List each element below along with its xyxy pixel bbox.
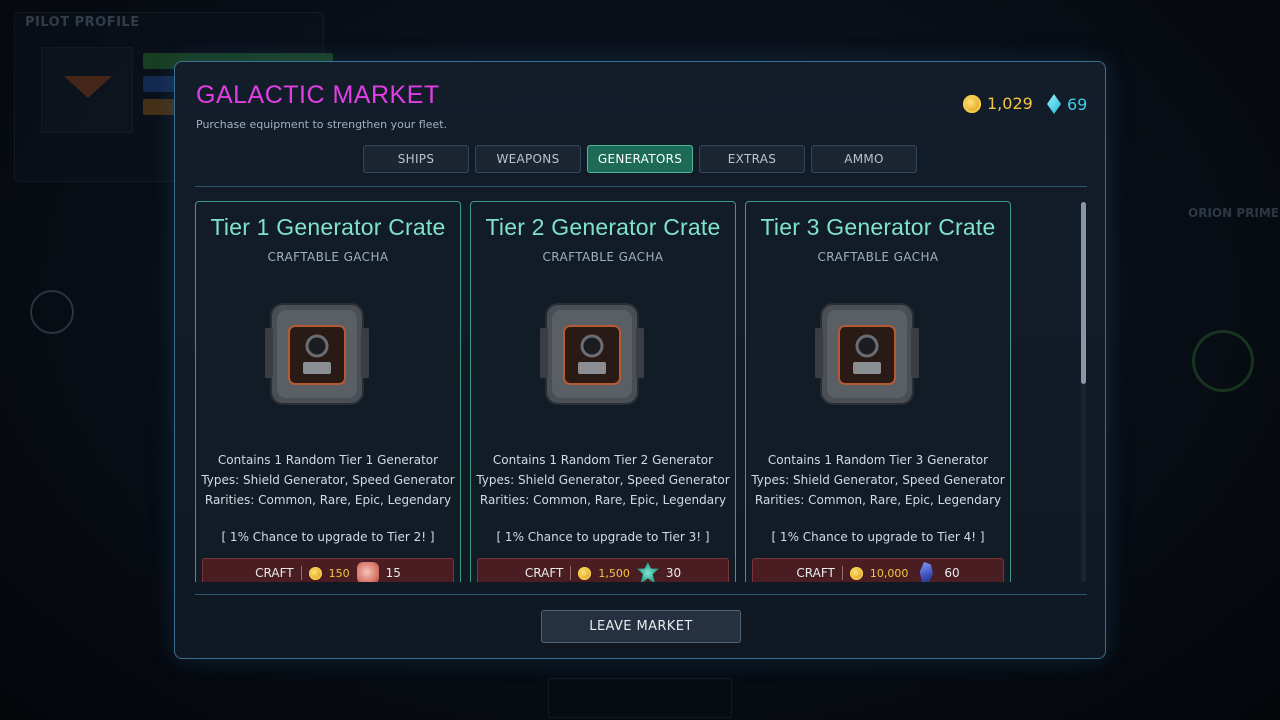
card-desc-line: Types: Shield Generator, Speed Generator (751, 473, 1005, 487)
gold-coin-icon (578, 566, 592, 580)
tab-weapons[interactable]: WEAPONS (475, 145, 581, 173)
scrollbar-thumb[interactable] (1081, 202, 1086, 384)
divider (841, 566, 843, 580)
tab-ships[interactable]: SHIPS (363, 145, 469, 173)
map-marker-icon (30, 290, 74, 334)
item-list[interactable]: Tier 1 Generator Crate CRAFTABLE GACHA C… (195, 200, 1075, 582)
tab-extras[interactable]: EXTRAS (699, 145, 805, 173)
craft-label: CRAFT (255, 566, 294, 580)
tab-ammo[interactable]: AMMO (811, 145, 917, 173)
leave-market-button[interactable]: LEAVE MARKET (541, 610, 741, 643)
tab-generators[interactable]: GENERATORS (587, 145, 693, 173)
card-desc-line: Contains 1 Random Tier 2 Generator (492, 453, 714, 467)
card-title: Tier 3 Generator Crate (760, 214, 996, 240)
material-cost: 60 (944, 566, 960, 580)
generator-crate-icon (265, 303, 369, 405)
card-description: Contains 1 Random Tier 1 Generator Types… (196, 450, 460, 510)
pilot-profile-title: PILOT PROFILE (25, 15, 140, 30)
generator-crate-icon (540, 303, 644, 405)
pink-crystal-icon (356, 562, 379, 582)
card-description: Contains 1 Random Tier 2 Generator Types… (471, 450, 735, 510)
card-desc-line: Types: Shield Generator, Speed Generator (201, 473, 455, 487)
gold-cost: 150 (328, 566, 350, 580)
diamond-gem-icon (1047, 94, 1061, 114)
craft-label: CRAFT (524, 566, 564, 580)
divider (195, 594, 1087, 595)
location-name: ORION PRIME (1188, 206, 1279, 220)
gold-cost: 1,500 (598, 566, 630, 580)
page-title: GALACTIC MARKET (196, 81, 440, 109)
page-subtitle: Purchase equipment to strengthen your fl… (196, 118, 448, 131)
card-desc-line: Types: Shield Generator, Speed Generator (476, 473, 730, 487)
material-cost: 15 (385, 566, 401, 580)
gold-coin-icon (849, 566, 863, 580)
card-desc-line: Contains 1 Random Tier 1 Generator (217, 453, 439, 467)
card-desc-line: Rarities: Common, Rare, Epic, Legendary (204, 493, 452, 507)
bottom-hud-bar (548, 678, 732, 718)
gold-balance: 1,029 (963, 94, 1033, 113)
card-title: Tier 2 Generator Crate (485, 214, 721, 240)
card-desc-line: Rarities: Common, Rare, Epic, Legendary (479, 493, 727, 507)
craft-button[interactable]: CRAFT 150 15 (202, 558, 454, 582)
gold-coin-icon (308, 566, 322, 580)
galactic-market-modal: GALACTIC MARKET Purchase equipment to st… (174, 61, 1106, 659)
destination-ring-icon (1192, 330, 1254, 392)
pilot-emblem-icon (41, 47, 133, 133)
card-desc-line: Rarities: Common, Rare, Epic, Legendary (754, 493, 1002, 507)
upgrade-chance-text: [ 1% Chance to upgrade to Tier 3! ] (496, 530, 710, 544)
blue-crystal-icon (919, 562, 933, 582)
divider (300, 566, 302, 580)
upgrade-chance-text: [ 1% Chance to upgrade to Tier 2! ] (221, 530, 435, 544)
craft-label: CRAFT (796, 566, 835, 580)
gem-balance: 69 (1047, 94, 1087, 114)
gold-amount: 1,029 (987, 94, 1033, 113)
card-desc-line: Contains 1 Random Tier 3 Generator (767, 453, 989, 467)
card-subtitle: CRAFTABLE GACHA (542, 250, 664, 264)
card-subtitle: CRAFTABLE GACHA (817, 250, 939, 264)
upgrade-chance-text: [ 1% Chance to upgrade to Tier 4! ] (771, 530, 985, 544)
generator-crate-icon (815, 303, 919, 405)
gold-coin-icon (963, 94, 981, 113)
card-subtitle: CRAFTABLE GACHA (267, 250, 389, 264)
divider (195, 186, 1087, 187)
item-card: Tier 1 Generator Crate CRAFTABLE GACHA C… (195, 201, 461, 582)
card-title: Tier 1 Generator Crate (210, 214, 446, 240)
item-card: Tier 2 Generator Crate CRAFTABLE GACHA C… (470, 201, 736, 582)
craft-button[interactable]: CRAFT 1,500 30 (477, 558, 729, 582)
card-description: Contains 1 Random Tier 3 Generator Types… (746, 450, 1010, 510)
gem-amount: 69 (1067, 94, 1088, 114)
material-cost: 30 (665, 566, 682, 580)
teal-crystal-icon (636, 562, 659, 582)
gold-cost: 10,000 (869, 566, 909, 580)
divider (570, 566, 572, 580)
item-card: Tier 3 Generator Crate CRAFTABLE GACHA C… (745, 201, 1011, 582)
craft-button[interactable]: CRAFT 10,000 60 (752, 558, 1004, 582)
market-tabs: SHIPS WEAPONS GENERATORS EXTRAS AMMO (363, 145, 917, 173)
